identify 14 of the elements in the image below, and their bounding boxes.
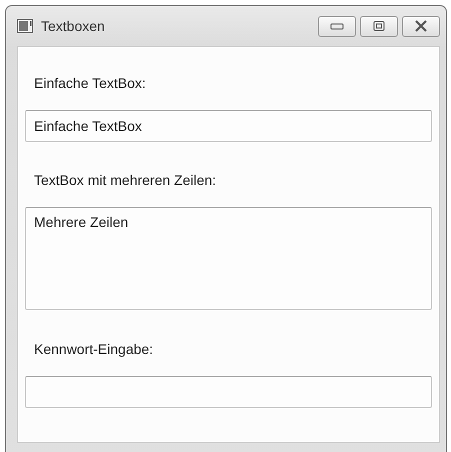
window-title: Textboxen [41,16,105,36]
text-field[interactable]: Einfache TextBox [25,110,432,142]
multiline-text-field[interactable]: Mehrere Zeilen [25,207,432,310]
field-label: Einfache TextBox: [33,74,147,93]
window-icon [17,19,33,33]
close-icon [414,20,428,32]
maximize-icon [372,20,386,32]
field-label: Kennwort-Eingabe: [33,340,154,359]
maximize-button[interactable] [360,16,398,36]
close-button[interactable] [402,16,440,36]
minimize-icon [330,22,344,30]
minimize-button[interactable] [318,16,356,36]
field-label: TextBox mit mehreren Zeilen: [33,171,218,190]
password-field[interactable] [25,376,432,408]
